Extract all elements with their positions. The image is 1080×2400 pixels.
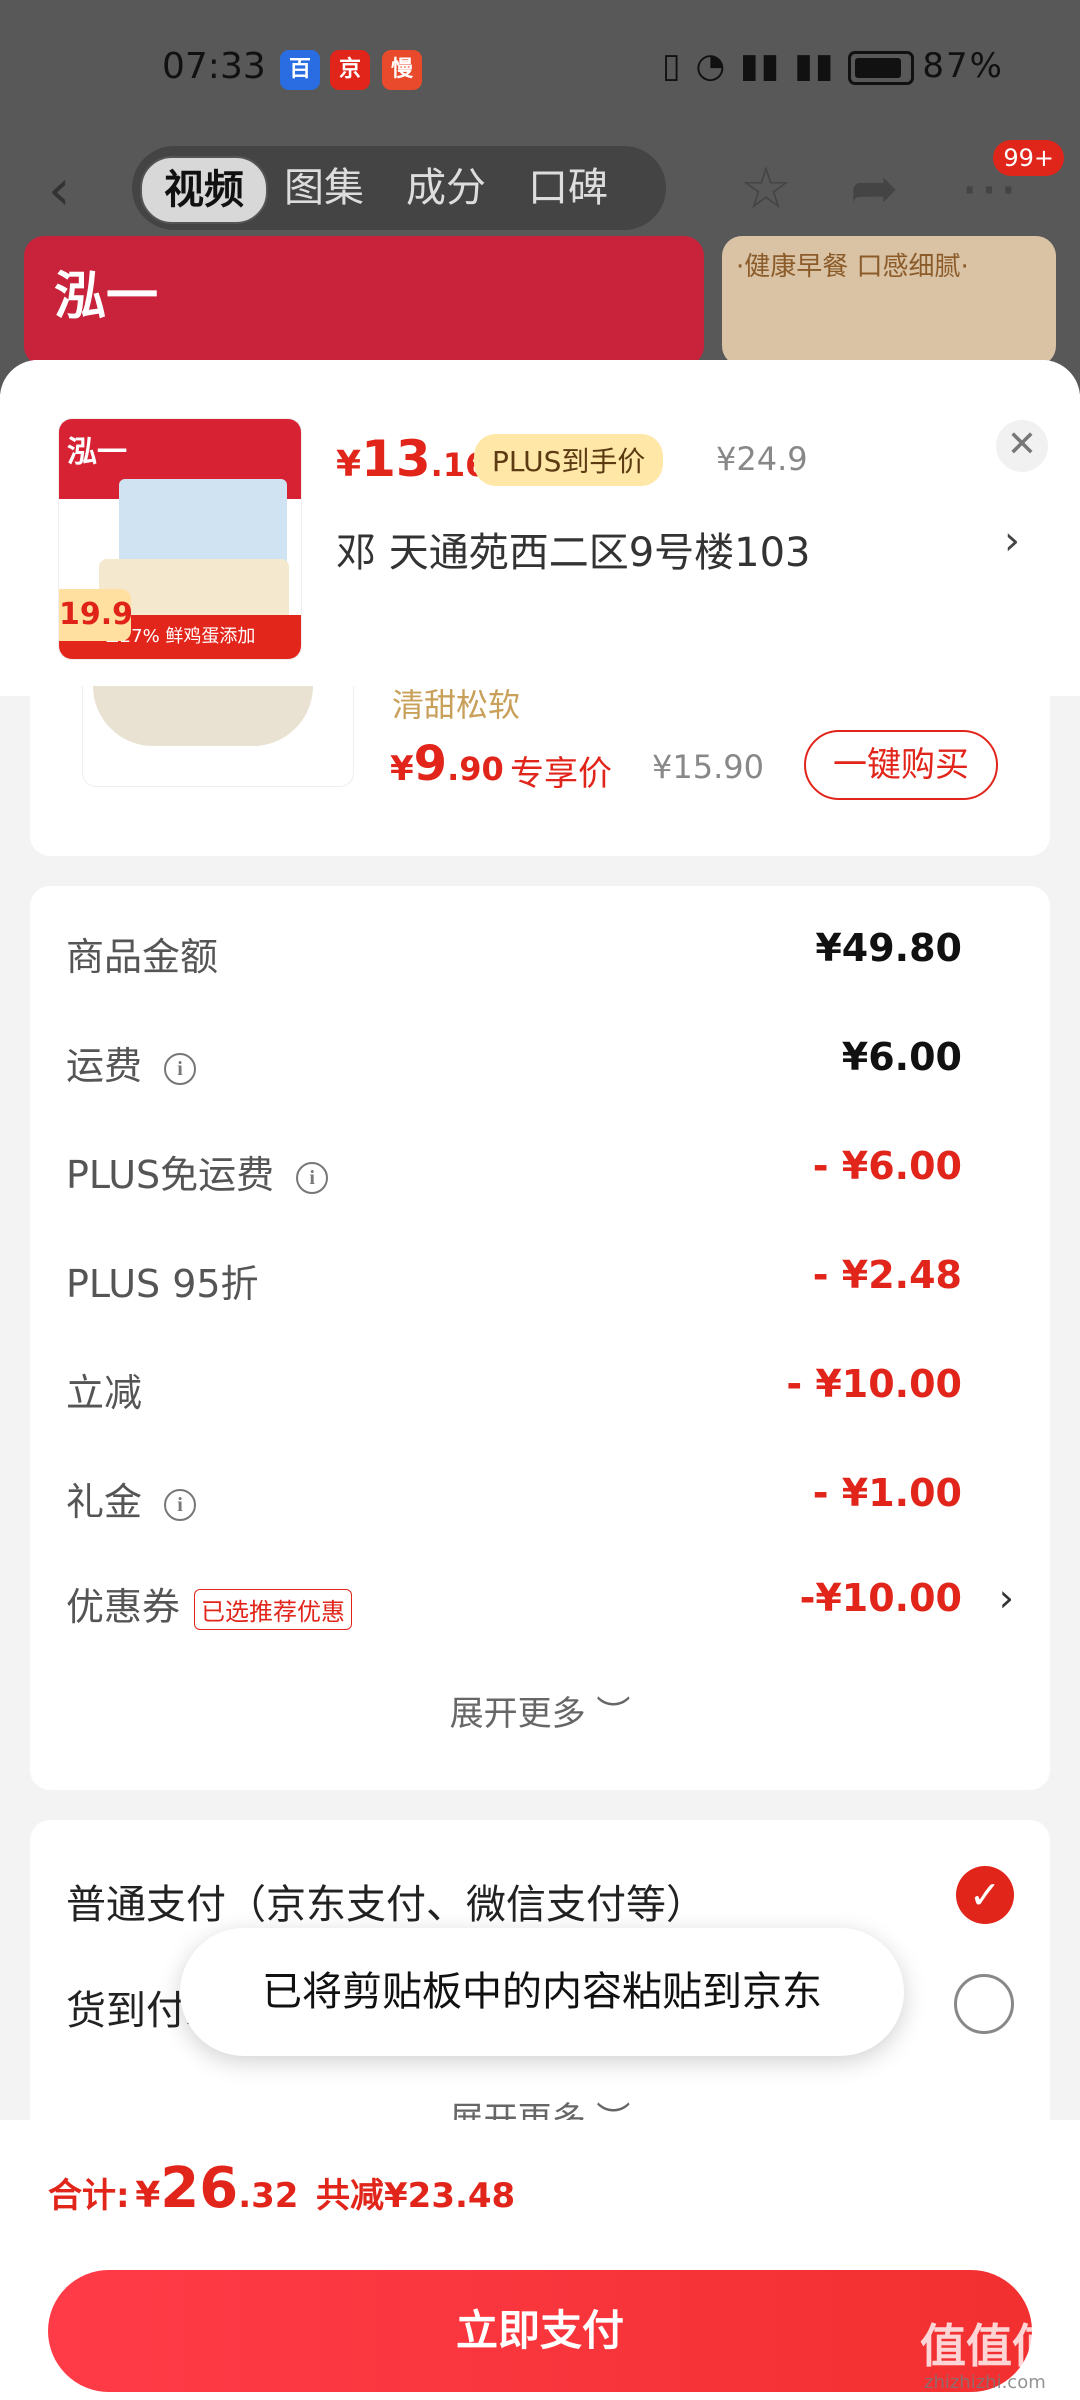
total-label: 合计: [48,2176,130,2216]
total-saved: 共减¥23.48 [316,2176,516,2216]
info-icon[interactable]: i [164,1052,197,1085]
bottom-bar: 合计: ¥26.32 共减¥23.48 立即支付 [0,2120,1080,2400]
chevron-right-icon[interactable]: › [1004,518,1020,564]
reco-subtitle: 清甜松软 [392,686,521,724]
thumb-logo: 泓一 [67,435,127,470]
pay-option-normal[interactable]: 普通支付（京东支付、微信支付等） [66,1872,706,1930]
reco-original-price: ¥15.90 [652,748,764,786]
radio-unchecked-icon[interactable] [954,1974,1014,2034]
thumb-price: 19.9 [59,589,133,641]
manman-app-icon: 慢 [382,50,422,90]
banner-slogan: ·健康早餐 口感细腻· [736,252,969,282]
price-int: 26 [160,2156,239,2221]
price-symbol: ¥ [390,749,414,789]
chevron-right-icon[interactable]: › [999,1576,1014,1620]
cost-label: 商品金额 [66,935,219,979]
battery-icon [848,50,915,85]
expand-more-button[interactable]: 展开更多 ︶ [30,1686,1050,1735]
tab-ingredients[interactable]: 成分 [384,156,508,220]
price-int: 9 [413,736,448,792]
back-icon[interactable]: ‹ [48,158,70,223]
plus-price-tag: PLUS到手价 [474,434,664,486]
close-icon[interactable]: ✕ [996,420,1048,472]
signal2-icon: ▮▮ [794,46,836,86]
status-bar: 07:33 百 京 慢 ▯ ◔ ▮▮ ▮▮ 87% [0,0,1080,140]
coupon-row[interactable]: 优惠券 已选推荐优惠 -¥10.00 › [66,1576,1014,1636]
recommended-item: 清甜松软 ¥9.90 专享价 ¥15.90 一键购买 [30,686,1050,856]
cost-row: 礼金 i - ¥1.00 [66,1471,1014,1531]
product-banner-right: ·健康早餐 口感细腻· [722,236,1056,366]
price-symbol: ¥ [135,2175,161,2216]
cost-row: 立减 - ¥10.00 [66,1362,1014,1422]
cost-value: -¥10.00 [799,1576,962,1620]
cost-breakdown: 商品金额 ¥49.80 运费 i ¥6.00 PLUS免运费 i - ¥6.00 P… [30,886,1050,1790]
cost-row: 运费 i ¥6.00 [66,1035,1014,1095]
star-icon[interactable]: ☆ [740,154,792,222]
cost-row: 商品金额 ¥49.80 [66,926,1014,986]
cost-label: 礼金 [66,1480,143,1524]
status-time: 07:33 [162,46,266,87]
jd-app-icon: 京 [330,50,370,90]
signal-icon: ▮▮ [739,46,782,86]
delivery-address[interactable]: 邓 天通苑西二区9号楼103 [336,520,811,578]
plus-price: ¥13.16 [336,430,487,488]
price-symbol: ¥ [336,444,362,485]
pay-now-button[interactable]: 立即支付 [48,2270,1032,2392]
cost-label: PLUS免运费 [66,1153,275,1197]
original-price: ¥24.9 [716,440,808,478]
info-icon[interactable]: i [164,1488,197,1521]
cost-label: 运费 [66,1044,143,1088]
clipboard-toast: 已将剪贴板中的内容粘贴到京东 [180,1928,904,2056]
info-icon[interactable]: i [296,1161,329,1194]
message-badge: 99+ [993,140,1064,176]
watermark: 值值值 [920,2319,1058,2373]
price-int: 13 [361,430,431,488]
one-click-buy-button[interactable]: 一键购买 [804,730,998,800]
wifi-icon: ◔ [695,46,728,86]
cost-label: 立减 [66,1371,143,1415]
share-icon[interactable]: ➦ [850,154,899,222]
price-dec: .90 [447,750,504,788]
media-tabs: 视频 图集 成分 口碑 [132,146,666,230]
cost-value: ¥6.00 [841,1035,962,1079]
reco-product-image [82,686,354,787]
cost-label: PLUS 95折 [66,1262,259,1306]
sheet-header: 泓一 ≥27% 鲜鸡蛋添加 19.9 ¥13.16 PLUS到手价 ¥24.9 … [0,360,1080,696]
battery-percent: 87% [922,46,1004,86]
cost-label: 优惠券 [66,1585,181,1629]
price-dec: .32 [238,2176,299,2216]
tab-gallery[interactable]: 图集 [262,156,386,220]
recommended-coupon-tag: 已选推荐优惠 [194,1589,353,1630]
tab-reviews[interactable]: 口碑 [506,156,630,220]
status-right: ▯ ◔ ▮▮ ▮▮ 87% [662,46,1004,86]
exclusive-price-label: 专享价 [510,754,612,794]
cost-value: ¥49.80 [815,926,962,970]
reco-price: ¥9.90 [390,736,504,792]
cost-value: - ¥6.00 [812,1144,962,1188]
product-thumbnail: 泓一 ≥27% 鲜鸡蛋添加 19.9 [58,418,302,660]
cost-value: - ¥2.48 [812,1253,962,1297]
product-banner: 泓一 [24,236,704,366]
baidu-app-icon: 百 [280,50,320,90]
checkmark-icon[interactable]: ✓ [956,1866,1014,1924]
cost-value: - ¥10.00 [786,1362,962,1406]
watermark-url: zhizhizhi.com [924,2372,1046,2393]
cost-row: PLUS免运费 i - ¥6.00 [66,1144,1014,1204]
cost-value: - ¥1.00 [812,1471,962,1515]
order-total: 合计: ¥26.32 共减¥23.48 [48,2156,515,2221]
top-nav: ‹ 视频 图集 成分 口碑 ☆ ➦ ⋯ 99+ [0,140,1080,240]
vibrate-icon: ▯ [661,46,683,86]
checkout-sheet: 泓一 ≥27% 鲜鸡蛋添加 19.9 ¥13.16 PLUS到手价 ¥24.9 … [0,360,1080,2400]
brand-logo: 泓一 [54,267,159,327]
tab-video[interactable]: 视频 [140,156,268,224]
cost-row: PLUS 95折 - ¥2.48 [66,1253,1014,1313]
